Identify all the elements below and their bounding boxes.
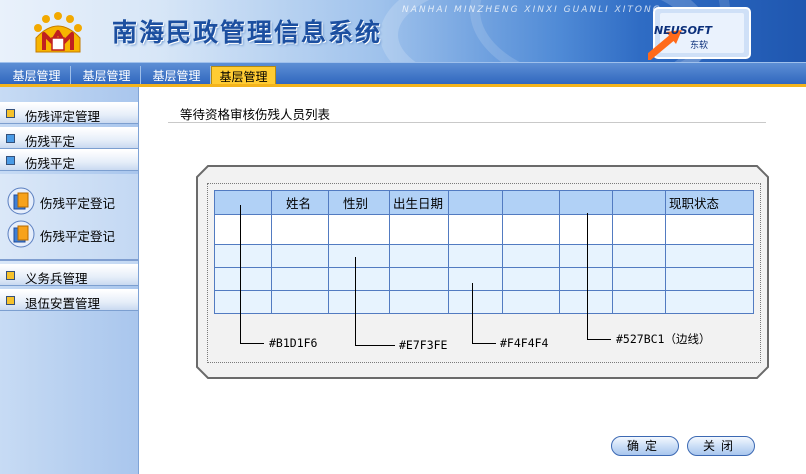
system-title: 南海民政管理信息系统 (112, 18, 383, 47)
table-cell (214, 267, 272, 291)
table-cell (214, 244, 272, 268)
annotation-leader-line (472, 283, 473, 343)
sidebar-group-label: 伤残平定 (25, 134, 76, 149)
table-cell (502, 214, 560, 245)
confirm-button[interactable]: 确定 (611, 436, 679, 456)
sidebar-item-disability-register[interactable]: 伤残平定登记 (7, 187, 135, 215)
sidebar-group-conscript[interactable]: 义务兵管理 (0, 264, 138, 286)
table-cell (214, 214, 272, 245)
sidebar: 伤残评定管理 伤残平定 伤残平定 伤残平定登记 伤残平定登记 义务兵管理 退伍安… (0, 87, 139, 474)
square-bullet-icon (6, 109, 15, 118)
table-cell (271, 290, 329, 314)
table-cell (448, 290, 503, 314)
column-header (214, 190, 272, 215)
table-cell (612, 214, 666, 245)
brand-name-cn: 东软 (690, 41, 709, 51)
table-cell (271, 214, 329, 245)
table-cell (448, 214, 503, 245)
annotation-border-color: #527BC1（边线） (616, 332, 711, 346)
annotation-leader-line (355, 345, 395, 346)
title-divider (168, 122, 766, 123)
annotation-frame-color: #F4F4F4 (500, 336, 549, 350)
column-header-birthdate: 出生日期 (389, 190, 449, 215)
table-cell (559, 214, 613, 245)
table-cell (559, 244, 613, 268)
sidebar-group-veteran-placement[interactable]: 退伍安置管理 (0, 289, 138, 311)
sidebar-group-label: 退伍安置管理 (25, 296, 101, 311)
sidebar-item-label: 伤残平定登记 (40, 229, 116, 244)
table-cell (389, 267, 449, 291)
column-header (448, 190, 503, 215)
square-bullet-icon (6, 296, 15, 305)
book-icon (7, 220, 35, 248)
system-pinyin: NANHAI MINZHENG XINXI GUANLI XITONG (402, 5, 662, 15)
sidebar-submenu-panel: 伤残平定登记 伤残平定登记 (0, 174, 138, 268)
nav-bar: 基层管理 基层管理 基层管理 基层管理 (0, 62, 806, 87)
table-cell (448, 244, 503, 268)
table-cell (612, 244, 666, 268)
sidebar-group-label: 伤残平定 (25, 156, 76, 171)
sidebar-group-label: 义务兵管理 (25, 271, 88, 286)
column-header-name: 姓名 (271, 190, 329, 215)
table-cell (328, 267, 390, 291)
civil-affairs-logo-icon (34, 12, 82, 53)
sidebar-item-disability-register[interactable]: 伤残平定登记 (7, 220, 135, 248)
personnel-table: 姓名 性别 出生日期 现职状态 (214, 190, 754, 314)
table-header-row: 姓名 性别 出生日期 现职状态 (214, 190, 754, 215)
square-bullet-icon (6, 134, 15, 143)
table-cell (559, 290, 613, 314)
column-header (559, 190, 613, 215)
annotation-leader-line (472, 343, 496, 344)
square-bullet-icon (6, 271, 15, 280)
column-header-gender: 性别 (328, 190, 390, 215)
table-row[interactable] (214, 267, 754, 291)
table-cell (214, 290, 272, 314)
annotation-leader-line (240, 205, 241, 343)
sidebar-item-label: 伤残平定登记 (40, 196, 116, 211)
table-cell (389, 290, 449, 314)
table-row[interactable] (214, 290, 754, 314)
table-cell (502, 267, 560, 291)
table-cell (612, 267, 666, 291)
annotation-leader-line (355, 257, 356, 345)
annotation-leader-line (240, 343, 264, 344)
sidebar-group-disability-assessment[interactable]: 伤残评定管理 (0, 102, 138, 124)
square-bullet-icon (6, 156, 15, 165)
page-title: 等待资格审核伤残人员列表 (180, 107, 331, 122)
column-header (612, 190, 666, 215)
header-banner: 南海民政管理信息系统 NANHAI MINZHENG XINXI GUANLI … (0, 0, 806, 62)
table-cell (271, 244, 329, 268)
table-cell (665, 244, 754, 268)
table-cell (389, 214, 449, 245)
column-header-job-status: 现职状态 (665, 190, 754, 215)
column-header (502, 190, 560, 215)
close-button[interactable]: 关闭 (687, 436, 755, 456)
sidebar-divider (0, 259, 138, 261)
table-cell (328, 290, 390, 314)
book-icon (7, 187, 35, 215)
table-cell (502, 290, 560, 314)
table-cell (559, 267, 613, 291)
annotation-leader-line (587, 213, 588, 339)
brand-name: NEUSOFT (654, 24, 712, 37)
table-cell (328, 214, 390, 245)
table-cell (448, 267, 503, 291)
table-cell (328, 244, 390, 268)
table-cell (665, 290, 754, 314)
annotation-row-color: #E7F3FE (399, 338, 448, 352)
table-cell (502, 244, 560, 268)
sidebar-group-disability-rating-open[interactable]: 伤残平定 (0, 149, 138, 171)
sidebar-group-label: 伤残评定管理 (25, 109, 101, 124)
table-row[interactable] (214, 214, 754, 245)
annotation-header-color: #B1D1F6 (269, 336, 318, 350)
table-cell (665, 214, 754, 245)
annotation-leader-line (587, 339, 611, 340)
table-cell (271, 267, 329, 291)
table-cell (612, 290, 666, 314)
table-cell (665, 267, 754, 291)
table-cell (389, 244, 449, 268)
sidebar-group-disability-rating[interactable]: 伤残平定 (0, 127, 138, 149)
table-row[interactable] (214, 244, 754, 268)
